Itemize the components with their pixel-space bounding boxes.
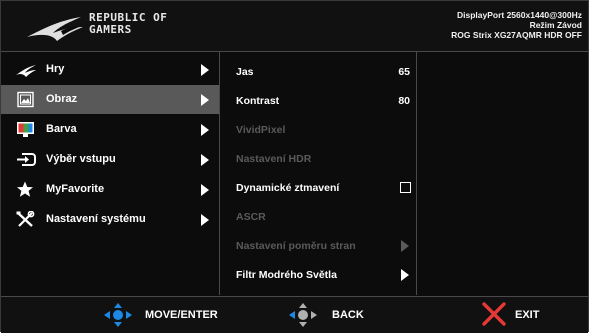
brand-line-2: GAMERS	[89, 23, 132, 36]
exit-label: EXIT	[515, 309, 540, 321]
tools-icon	[16, 211, 35, 227]
status-model-hdr: ROG Strix XG27AQMR HDR OFF	[451, 30, 582, 40]
submenu-item-kontrast[interactable]: Kontrast 80	[220, 87, 416, 116]
submenu-item-ascr: ASCR	[220, 203, 416, 232]
status-input-signal: DisplayPort 2560x1440@300Hz	[456, 10, 582, 20]
menu-item-label: Barva	[46, 123, 77, 135]
arrow-right-icon	[201, 154, 209, 166]
submenu-item-label: Dynamické ztmavení	[236, 182, 340, 194]
move-enter-hint[interactable]: MOVE/ENTER	[101, 297, 261, 333]
color-palette-icon	[17, 122, 34, 137]
joystick-move-icon	[104, 303, 132, 327]
rog-eye-icon	[16, 65, 36, 77]
menu-item-barva[interactable]: Barva	[1, 115, 219, 144]
submenu-obraz: Jas 65 Kontrast 80 VividPixel Nastavení …	[220, 52, 417, 295]
menu-item-label: Obraz	[46, 93, 78, 105]
main-menu: Hry Obraz Barva Výběr vstupu MyFavorite …	[1, 52, 220, 295]
brand-text: REPUBLIC OF GAMERS	[89, 12, 167, 36]
submenu-item-label: Nastavení HDR	[236, 153, 312, 165]
contrast-value: 80	[398, 95, 410, 107]
input-icon	[17, 153, 36, 166]
arrow-right-icon	[401, 240, 409, 252]
menu-item-label: Hry	[46, 63, 65, 75]
submenu-item-jas[interactable]: Jas 65	[220, 58, 416, 87]
brightness-value: 65	[398, 66, 410, 78]
submenu-item-label: VividPixel	[236, 124, 286, 136]
submenu-item-vividpixel: VividPixel	[220, 116, 416, 145]
submenu-item-label: Nastavení poměru stran	[236, 240, 356, 252]
menu-item-obraz[interactable]: Obraz	[1, 85, 219, 114]
back-hint[interactable]: BACK	[286, 297, 386, 333]
submenu-item-label: ASCR	[236, 211, 266, 223]
submenu-item-label: Kontrast	[236, 95, 280, 107]
star-icon	[17, 181, 33, 197]
menu-item-vyber-vstupu[interactable]: Výběr vstupu	[1, 145, 219, 174]
back-label: BACK	[332, 309, 364, 321]
checkbox[interactable]	[400, 182, 411, 193]
arrow-right-icon	[201, 64, 209, 76]
submenu-item-label: Jas	[236, 66, 254, 78]
submenu-item-filtr-modreho-svetla[interactable]: Filtr Modrého Světla	[220, 261, 416, 290]
arrow-right-icon	[201, 94, 209, 106]
menu-item-label: Výběr vstupu	[46, 153, 116, 165]
detail-panel	[417, 52, 588, 295]
submenu-item-dynamicke-ztmaveni[interactable]: Dynamické ztmavení	[220, 174, 416, 203]
arrow-right-icon	[201, 184, 209, 196]
exit-hint[interactable]: EXIT	[481, 297, 571, 333]
menu-item-label: Nastavení systému	[46, 213, 146, 225]
signal-status: DisplayPort 2560x1440@300Hz Režim Závod …	[451, 10, 582, 40]
move-enter-label: MOVE/ENTER	[145, 309, 218, 321]
submenu-item-nastaveni-pomeru-stran: Nastavení poměru stran	[220, 232, 416, 261]
menu-item-label: MyFavorite	[46, 183, 105, 195]
status-mode: Režim Závod	[529, 20, 582, 30]
image-icon	[17, 91, 34, 108]
menu-item-nastaveni-systemu[interactable]: Nastavení systému	[1, 205, 219, 234]
menu-item-myfavorite[interactable]: MyFavorite	[1, 175, 219, 204]
joystick-back-icon	[289, 303, 317, 327]
submenu-item-nastaveni-hdr: Nastavení HDR	[220, 145, 416, 174]
submenu-item-label: Filtr Modrého Světla	[236, 269, 337, 281]
osd-header: REPUBLIC OF GAMERS DisplayPort 2560x1440…	[1, 1, 588, 52]
arrow-right-icon	[201, 214, 209, 226]
arrow-right-icon	[201, 124, 209, 136]
menu-item-hry[interactable]: Hry	[1, 55, 219, 84]
monitor-osd: REPUBLIC OF GAMERS DisplayPort 2560x1440…	[0, 0, 589, 333]
osd-footer: MOVE/ENTER BACK EXIT	[1, 296, 588, 333]
close-x-icon	[482, 302, 506, 326]
arrow-right-icon	[401, 269, 409, 281]
